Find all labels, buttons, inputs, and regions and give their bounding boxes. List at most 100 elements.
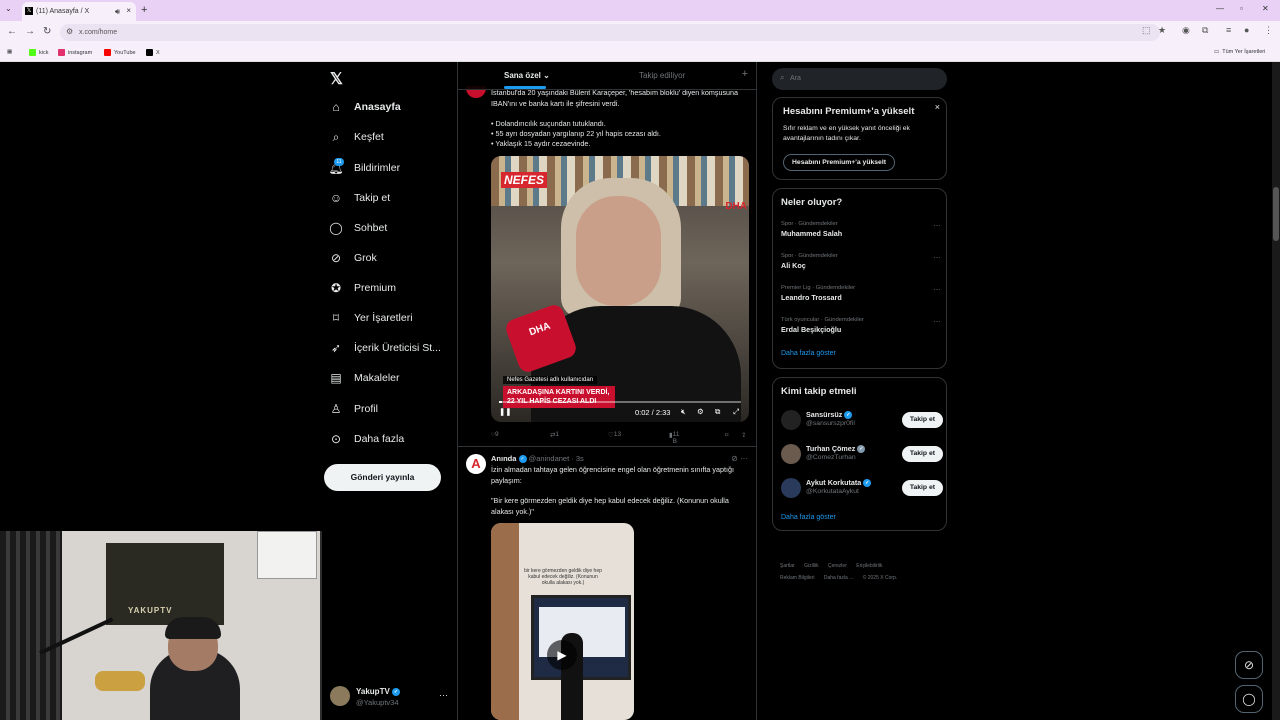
share-button[interactable]: ⇪ bbox=[741, 431, 746, 439]
more-options-icon[interactable]: ··· bbox=[933, 317, 941, 326]
fullscreen-icon[interactable]: ⤢ bbox=[733, 407, 739, 417]
reload-icon[interactable]: ↻ bbox=[43, 26, 51, 37]
nav-follow[interactable]: ☺ Takip et bbox=[328, 187, 390, 209]
footer-link[interactable]: Daha fazla ... bbox=[824, 575, 853, 581]
menu-icon[interactable]: ⋮ bbox=[1264, 25, 1273, 36]
bookmark-kick[interactable]: kick bbox=[29, 49, 48, 56]
verified-icon: ✓ bbox=[392, 687, 401, 696]
more-options-icon[interactable]: ··· bbox=[933, 253, 941, 262]
premium-upgrade-button[interactable]: Hesabını Premium+'a yükselt bbox=[783, 154, 895, 171]
back-icon[interactable]: ← bbox=[7, 26, 17, 37]
new-tab-button[interactable]: + bbox=[141, 4, 147, 16]
trends-show-more[interactable]: Daha fazla göster bbox=[781, 350, 836, 357]
play-icon[interactable]: ▶ bbox=[547, 640, 577, 670]
chat-float-button[interactable]: ◯ bbox=[1235, 685, 1263, 713]
close-window-icon[interactable]: ✕ bbox=[1262, 4, 1269, 13]
tab-search-icon[interactable]: ⌄ bbox=[5, 4, 12, 13]
nav-creator-studio[interactable]: ➶ İçerik Üreticisi St... bbox=[328, 337, 441, 359]
tweet2-avatar[interactable]: A bbox=[466, 454, 486, 474]
trend-item[interactable]: Türk oyuncular · Gündemdekiler Erdal Beş… bbox=[781, 317, 941, 334]
bookmark-x[interactable]: X bbox=[146, 49, 160, 56]
repost-button[interactable]: ⇄ 1 bbox=[550, 431, 559, 439]
x-logo-icon[interactable]: 𝕏 bbox=[330, 69, 343, 89]
tab-for-you[interactable]: Sana özel ⌄ bbox=[504, 71, 550, 80]
profile-avatar-icon[interactable]: ● bbox=[1244, 25, 1249, 35]
star-icon[interactable]: ★ bbox=[1158, 25, 1166, 36]
bookmark-youtube[interactable]: YouTube bbox=[104, 49, 136, 56]
footer-link[interactable]: Reklam Bilgileri bbox=[780, 575, 814, 581]
apps-icon[interactable]: ▦ bbox=[7, 49, 12, 55]
follow-button[interactable]: Takip et bbox=[901, 480, 943, 496]
post-button[interactable]: Gönderi yayınla bbox=[324, 464, 441, 491]
tweet2-handle[interactable]: @anindanet bbox=[529, 454, 570, 463]
bookmark-button[interactable]: ⌑ bbox=[725, 431, 728, 439]
classroom-door bbox=[491, 523, 519, 720]
all-bookmarks[interactable]: ▭ Tüm Yer İşaretleri bbox=[1214, 49, 1265, 55]
account-handle: @Yakuptv34 bbox=[356, 698, 399, 707]
video-controls: ❚❚ 0:02 / 2:33 🔇︎ ⚙︎ ⧉ ⤢ bbox=[491, 404, 749, 422]
url-bar[interactable]: ⚙︎ x.com/home bbox=[60, 24, 1160, 41]
trend-context: Türk oyuncular · Gündemdekiler bbox=[781, 317, 864, 323]
reply-button[interactable]: ○ 9 bbox=[491, 431, 499, 438]
page-scrollbar[interactable] bbox=[1272, 62, 1280, 720]
tweet2-video[interactable]: bir kere görmezden geldik diye hep kabul… bbox=[491, 523, 634, 720]
nav-chat[interactable]: ◯ Sohbet bbox=[328, 217, 387, 239]
footer-link[interactable]: Şartlar bbox=[780, 563, 795, 569]
trend-item[interactable]: Premier Lig · Gündemdekiler Leandro Tros… bbox=[781, 285, 941, 302]
extension-icon[interactable]: ◉ bbox=[1182, 25, 1190, 36]
follow-button[interactable]: Takip et bbox=[901, 412, 943, 428]
nav-premium[interactable]: ✪ Premium bbox=[328, 277, 396, 299]
tweet2-quote: "Bir kere görmezden geldik diye hep kabu… bbox=[491, 496, 729, 516]
settings-icon[interactable]: ⚙︎ bbox=[697, 407, 704, 416]
nav-bookmarks[interactable]: ⌑ Yer İşaretleri bbox=[328, 307, 413, 329]
more-options-icon[interactable]: ··· bbox=[740, 454, 748, 463]
footer-link[interactable]: Erişilebilirlik bbox=[856, 563, 882, 569]
nav-home[interactable]: ⌂ Anasayfa bbox=[328, 96, 400, 118]
footer-link[interactable]: Gizlilik bbox=[804, 563, 818, 569]
browser-tab[interactable]: 𝕏 (11) Anasayfa / X 🔊︎ × bbox=[22, 2, 136, 21]
close-tab-icon[interactable]: × bbox=[126, 6, 131, 15]
like-button[interactable]: ♡ 13 bbox=[608, 431, 621, 439]
forward-icon[interactable]: → bbox=[25, 26, 35, 37]
nav-more[interactable]: ⊙ Daha fazla bbox=[328, 428, 404, 450]
maximize-icon[interactable]: ▫ bbox=[1240, 4, 1243, 13]
follow-button[interactable]: Takip et bbox=[901, 446, 943, 462]
puzzle-icon[interactable]: ⧉ bbox=[1202, 25, 1208, 36]
nav-grok[interactable]: ⊘ Grok bbox=[328, 247, 377, 269]
scrollbar-thumb[interactable] bbox=[1273, 187, 1279, 241]
bookmark-instagram[interactable]: instagram bbox=[58, 49, 92, 56]
nav-profile[interactable]: ♙ Profil bbox=[328, 398, 378, 420]
grok-float-button[interactable]: ⊘ bbox=[1235, 651, 1263, 679]
dha-logo: DHA bbox=[725, 201, 747, 212]
more-options-icon[interactable]: ··· bbox=[933, 285, 941, 294]
tab-following[interactable]: Takip ediliyor bbox=[639, 71, 685, 80]
mute-icon[interactable]: 🔇︎ bbox=[681, 407, 686, 417]
close-icon[interactable]: × bbox=[935, 102, 940, 112]
nav-explore[interactable]: ⌕ Keşfet bbox=[328, 126, 384, 148]
site-info-icon[interactable]: ⚙︎ bbox=[66, 27, 73, 36]
pause-icon[interactable]: ❚❚ bbox=[499, 407, 512, 416]
more-options-icon[interactable]: ··· bbox=[439, 690, 448, 700]
install-icon[interactable]: ⬚ bbox=[1142, 25, 1151, 36]
tweet2-author[interactable]: Anında bbox=[491, 454, 516, 463]
footer-link[interactable]: Çerezler bbox=[828, 563, 847, 569]
speaker-icon[interactable]: 🔊︎ bbox=[115, 7, 120, 17]
minimize-icon[interactable]: — bbox=[1216, 4, 1224, 13]
suggested-user[interactable]: Aykut Korkutata ✓ @KorkutataAykut Takip … bbox=[781, 475, 943, 501]
tweet1-video[interactable]: DHA NEFES DHA Nefes Gazetesi adlı kullan… bbox=[491, 156, 749, 422]
trend-item[interactable]: Spor · Gündemdekiler Ali Koç ··· bbox=[781, 253, 941, 270]
who-show-more[interactable]: Daha fazla göster bbox=[781, 514, 836, 521]
trend-item[interactable]: Spor · Gündemdekiler Muhammed Salah ··· bbox=[781, 221, 941, 238]
account-switcher[interactable]: YakupTV ✓ @Yakuptv34 ··· bbox=[330, 684, 450, 708]
nav-articles[interactable]: ▤ Makaleler bbox=[328, 367, 399, 389]
suggested-user[interactable]: Turhan Çömez ✓ @ComezTurhan Takip et bbox=[781, 441, 943, 467]
views-button[interactable]: ▮ 11 B bbox=[669, 431, 679, 445]
more-options-icon[interactable]: ··· bbox=[933, 221, 941, 230]
pip-icon[interactable]: ⧉ bbox=[715, 407, 720, 417]
suggested-user[interactable]: Sansürsüz ✓ @sansurszpr0fil Takip et bbox=[781, 407, 943, 433]
tab-groups-icon[interactable]: ≡ bbox=[1226, 25, 1231, 35]
video-progress-bar[interactable] bbox=[499, 401, 741, 403]
grok-icon[interactable]: ⊘ bbox=[731, 454, 738, 463]
add-tab-icon[interactable]: + bbox=[742, 68, 748, 80]
search-input[interactable]: ⌕ Ara bbox=[772, 68, 947, 90]
